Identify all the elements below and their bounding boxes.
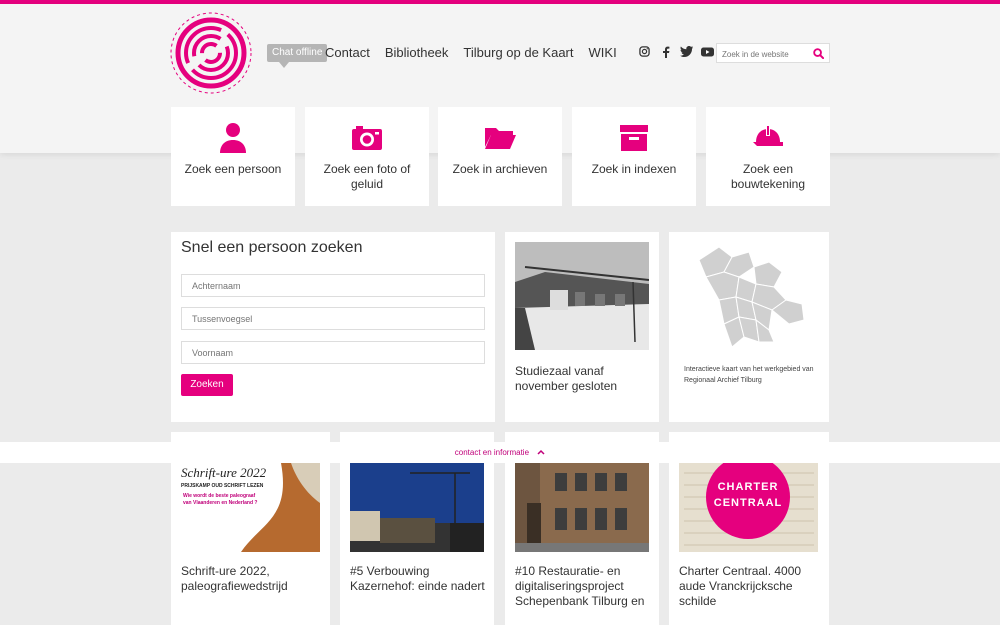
charter-badge: CHARTER CENTRAAL [713,481,783,509]
news-card-studiezaal[interactable]: Studiezaal vanaf november gesloten [505,232,659,422]
voornaam-input[interactable] [182,342,484,363]
search-icon[interactable] [813,48,824,59]
voornaam-field [181,341,485,364]
logo-mark [170,12,252,94]
camera-icon [352,126,382,150]
tile-label: Zoek een bouwtekening [730,162,806,191]
facebook-icon[interactable] [659,45,672,58]
site-search-input[interactable] [717,45,811,64]
news-title: Charter Centraal. 4000 aude Vranckrijcks… [679,564,802,608]
map-caption: Interactieve kaart van het werkgebied va… [684,366,814,384]
news-title: #10 Restauratie- en digitaliseringsproje… [515,564,645,608]
chevron-up-icon [537,442,545,463]
tussenvoegsel-field [181,307,485,330]
charter-image: CHARTER CENTRAAL [679,463,818,552]
tile-zoek-indexen[interactable]: Zoek in indexen [572,107,696,206]
contact-info-bar[interactable]: contact en informatie [0,442,1000,463]
nav-wiki[interactable]: WIKI [589,45,617,60]
tile-zoek-bouwtekening[interactable]: Zoek een bouwtekening [706,107,830,206]
instagram-icon[interactable] [638,45,651,58]
region-map [698,246,805,348]
tile-label: Zoek in indexen [591,162,677,176]
nav-bibliotheek[interactable]: Bibliotheek [385,45,449,60]
news-title: #5 Verbouwing Kazernehof: einde nadert [350,564,485,593]
news-title: Studiezaal vanaf november gesloten [515,364,618,393]
schrift-ure-question: Wie wordt de beste paleograaf van Vlaand… [183,493,258,506]
tile-zoek-foto[interactable]: Zoek een foto of geluid [305,107,429,206]
card-index-icon [620,125,648,151]
contact-info-label: contact en informatie [454,448,530,457]
achternaam-input[interactable] [182,275,484,296]
youtube-icon[interactable] [701,45,714,58]
zoeken-button[interactable]: Zoeken [181,374,233,396]
map-card[interactable]: Interactieve kaart van het werkgebied va… [669,232,829,422]
tile-label: Zoek een foto of geluid [323,162,411,191]
nav-tilburg-op-de-kaart[interactable]: Tilburg op de Kaart [463,45,573,60]
folder-icon [485,128,516,149]
person-icon [220,123,246,153]
schrift-ure-sub: PRIJSKAMP OUD SCHRIFT LEZEN [181,483,264,489]
twitter-icon[interactable] [680,45,693,58]
site-search [716,43,830,64]
nav-contact[interactable]: Contact [325,45,370,60]
person-search-title: Snel een persoon zoeken [181,239,363,256]
hard-hat-icon [753,126,783,146]
tile-zoek-archieven[interactable]: Zoek in archieven [438,107,562,206]
kazernehof-photo [350,463,484,552]
person-search-card: Snel een persoon zoeken Zoeken [171,232,495,422]
logo[interactable] [168,10,254,96]
schrift-ure-heading: Schrift-ure 2022 [181,465,267,480]
chat-status-badge[interactable]: Chat offline [267,44,328,68]
news-title: Schrift-ure 2022, paleografiewedstrijd [181,564,288,593]
tile-label: Zoek een persoon [184,162,282,176]
tile-label: Zoek in archieven [452,162,548,176]
tussenvoegsel-input[interactable] [182,308,484,329]
tile-zoek-persoon[interactable]: Zoek een persoon [171,107,295,206]
news-photo [515,242,649,350]
main-nav: Contact Bibliotheek Tilburg op de Kaart … [325,45,617,60]
schepenbank-photo [515,463,649,552]
social-links [638,45,714,58]
achternaam-field [181,274,485,297]
schrift-ure-image: Schrift-ure 2022 PRIJSKAMP OUD SCHRIFT L… [181,463,320,552]
